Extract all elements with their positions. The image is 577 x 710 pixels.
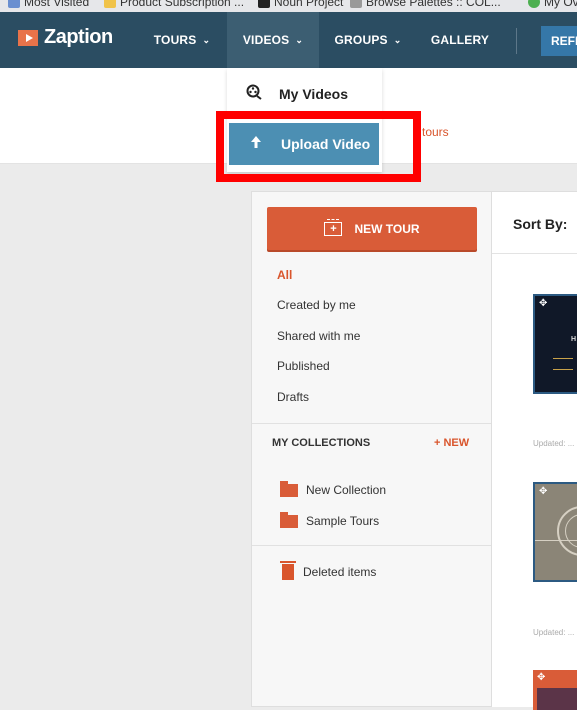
sort-label: Sort By: (513, 216, 568, 232)
updated-label: Updated: ... (533, 439, 575, 448)
bookmark-product-subscription[interactable]: Product Subscription ... (104, 0, 244, 9)
collection-sample-tours[interactable]: Sample Tours (280, 511, 379, 528)
add-tour-icon: + (324, 218, 343, 236)
annotation-highlight-box (216, 111, 421, 182)
top-nav: Zaption TOURS ⌄ VIDEOS ⌄ GROUPS ⌄ GALLERY R… (0, 12, 577, 68)
sort-bar: Sort By: (492, 192, 577, 254)
filter-created-by-me[interactable]: Created by me (277, 298, 356, 312)
tour-thumbnail[interactable]: ✥ H (533, 294, 577, 394)
bookmark-most-visited[interactable]: Most Visited (8, 0, 89, 9)
sidebar-divider (252, 545, 491, 546)
nav-groups[interactable]: GROUPS ⌄ (320, 12, 416, 68)
deleted-items-link[interactable]: Deleted items (280, 561, 376, 580)
bookmark-noun-project[interactable]: Noun Project (258, 0, 343, 9)
thumbnail-text: H (571, 336, 577, 343)
bookmark-icon (528, 0, 540, 8)
video-reel-icon (245, 84, 263, 105)
collection-new-collection[interactable]: New Collection (280, 480, 386, 497)
zaption-logo[interactable]: Zaption (18, 26, 113, 49)
filter-shared-with-me[interactable]: Shared with me (277, 329, 360, 343)
new-tour-button[interactable]: + NEW TOUR (267, 207, 477, 250)
sidebar-divider (252, 423, 491, 424)
move-icon[interactable]: ✥ (539, 298, 547, 309)
filter-all[interactable]: All (277, 268, 292, 282)
move-icon[interactable]: ✥ (537, 672, 545, 683)
nav-videos[interactable]: VIDEOS ⌄ (227, 12, 319, 68)
bookmark-browse-palettes[interactable]: Browse Palettes :: COL... (350, 0, 501, 9)
tour-thumbnail[interactable]: ✥ (533, 482, 577, 582)
filter-drafts[interactable]: Drafts (277, 390, 309, 404)
chevron-down-icon: ⌄ (295, 34, 304, 45)
bookmark-icon (258, 0, 270, 8)
nav-tours[interactable]: TOURS ⌄ (138, 12, 226, 68)
refer-button[interactable]: REFE (541, 26, 577, 56)
folder-icon (280, 511, 298, 528)
tour-list: Sort By: ✥ H Updated: ... ✥ Updated: ...… (492, 191, 577, 710)
logo-icon (18, 29, 38, 46)
chevron-down-icon: ⌄ (393, 34, 402, 45)
folder-icon (280, 480, 298, 497)
updated-label: Updated: ... (533, 628, 575, 637)
nav-gallery[interactable]: GALLERY (417, 12, 503, 68)
move-icon[interactable]: ✥ (539, 486, 547, 497)
menu-item-my-videos[interactable]: My Videos (227, 72, 382, 116)
tours-link[interactable]: tours (422, 125, 449, 139)
thumbnail-decoration (553, 358, 573, 370)
filter-published[interactable]: Published (277, 359, 330, 373)
collections-title: MY COLLECTIONS (272, 437, 371, 449)
sidebar: + NEW TOUR All Created by me Shared with… (251, 191, 492, 707)
trash-icon (280, 561, 296, 580)
chevron-down-icon: ⌄ (202, 34, 211, 45)
heart-icon (350, 0, 362, 8)
bookmarks-bar: Most Visited Product Subscription ... No… (0, 0, 577, 12)
bookmark-icon (8, 0, 20, 8)
new-collection-button[interactable]: + NEW (434, 437, 469, 449)
bookmark-my-ov[interactable]: My Ov (528, 0, 577, 9)
bookmark-icon (104, 0, 116, 8)
thumbnail-decoration (535, 540, 577, 541)
nav-divider (516, 28, 517, 54)
tour-thumbnail[interactable]: ✥ (533, 670, 577, 710)
